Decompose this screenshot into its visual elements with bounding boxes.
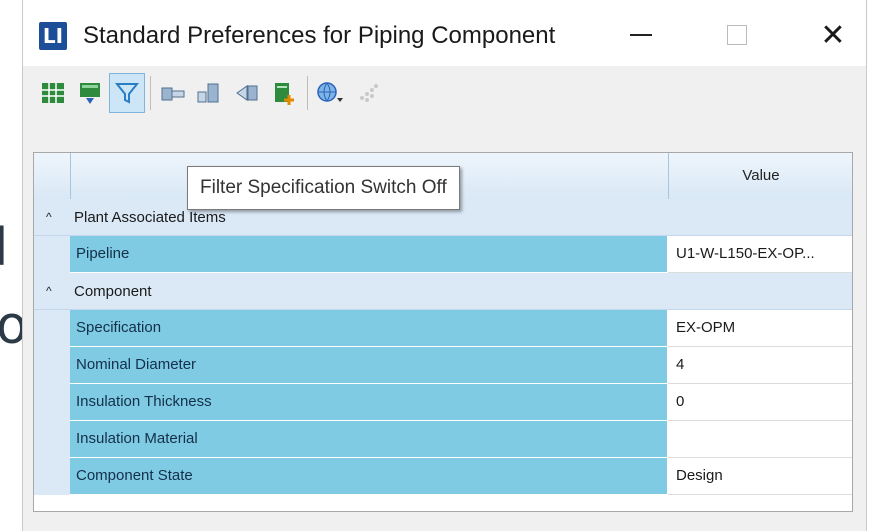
connected-components-icon: [197, 83, 219, 103]
table-row[interactable]: Specification EX-OPM: [34, 310, 852, 347]
row-gutter: [34, 347, 70, 384]
property-value[interactable]: Design: [668, 458, 852, 495]
row-gutter: [34, 236, 70, 273]
table-row[interactable]: Component State Design: [34, 458, 852, 495]
add-sheet-icon: [275, 83, 294, 105]
property-value[interactable]: 4: [668, 347, 852, 384]
property-value[interactable]: [668, 421, 852, 458]
toolbar-separator: [150, 76, 151, 110]
table-row[interactable]: Pipeline U1-W-L150-EX-OP...: [34, 236, 852, 273]
collapse-icon[interactable]: ^: [46, 199, 52, 236]
close-icon: ✕: [820, 17, 846, 53]
filter-tooltip: Filter Specification Switch Off: [187, 166, 460, 210]
connected-components-button[interactable]: [192, 73, 228, 113]
row-gutter: [34, 458, 70, 495]
table-button[interactable]: [35, 73, 71, 113]
app-icon: LI: [39, 22, 67, 50]
collapse-icon[interactable]: ^: [46, 273, 52, 310]
row-gutter: [34, 384, 70, 421]
background-text-fragment: l: [0, 218, 9, 278]
globe-settings-icon: [317, 82, 343, 102]
globe-settings-button[interactable]: [312, 73, 348, 113]
property-name: Pipeline: [70, 236, 668, 273]
disabled-dots-button[interactable]: [349, 73, 385, 113]
value-column-header[interactable]: Value: [668, 153, 853, 199]
minimize-button[interactable]: [611, 12, 671, 58]
maximize-button[interactable]: [707, 12, 767, 58]
header-gutter: [34, 153, 71, 199]
window-title: Standard Preferences for Piping Componen…: [83, 22, 556, 49]
component-icon: [161, 87, 185, 101]
maximize-icon: [727, 25, 747, 45]
preferences-window: LI Standard Preferences for Piping Compo…: [22, 0, 867, 531]
disabled-dots-icon: [360, 84, 378, 102]
close-button[interactable]: ✕: [803, 12, 863, 58]
row-gutter: [34, 310, 70, 347]
property-name: Specification: [70, 310, 668, 347]
filter-icon: [114, 83, 140, 104]
property-name: Insulation Material: [70, 421, 668, 458]
add-sheet-button[interactable]: [266, 73, 302, 113]
property-value[interactable]: U1-W-L150-EX-OP...: [668, 236, 852, 273]
table-icon: [42, 83, 64, 103]
group-label: Component: [74, 283, 152, 300]
title-bar[interactable]: LI Standard Preferences for Piping Compo…: [23, 0, 866, 66]
group-row-component[interactable]: ^ Component: [34, 273, 852, 310]
branch-icon: [236, 85, 258, 101]
export-button[interactable]: [72, 73, 108, 113]
table-row[interactable]: Insulation Thickness 0: [34, 384, 852, 421]
property-value[interactable]: 0: [668, 384, 852, 421]
toolbar: [35, 68, 386, 118]
component-button[interactable]: [155, 73, 191, 113]
property-value[interactable]: EX-OPM: [668, 310, 852, 347]
filter-button[interactable]: [109, 73, 145, 113]
property-name: Insulation Thickness: [70, 384, 668, 421]
export-icon: [80, 83, 100, 104]
property-name: Component State: [70, 458, 668, 495]
toolbar-separator: [307, 76, 308, 110]
minimize-icon: [630, 34, 652, 36]
branch-button[interactable]: [229, 73, 265, 113]
property-name: Nominal Diameter: [70, 347, 668, 384]
table-row[interactable]: Nominal Diameter 4: [34, 347, 852, 384]
row-gutter: [34, 421, 70, 458]
table-row[interactable]: Insulation Material: [34, 421, 852, 458]
